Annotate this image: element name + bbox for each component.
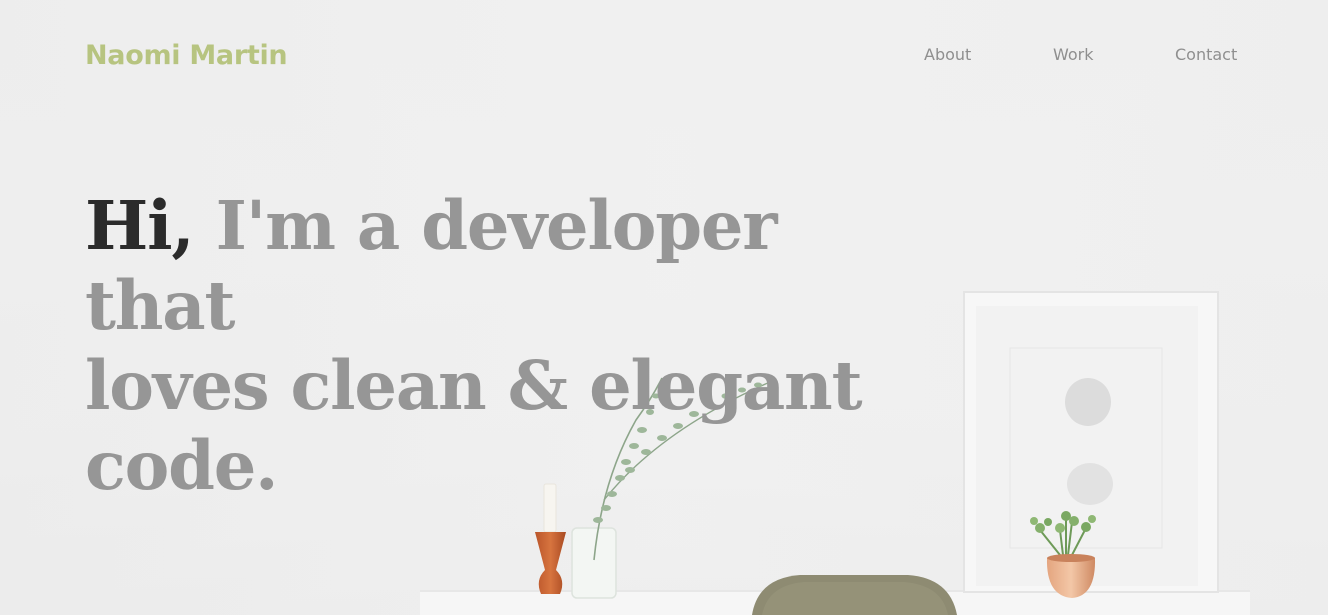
nav-link-work[interactable]: Work [1053, 45, 1094, 64]
chair-image [752, 575, 957, 615]
hero-line-3: code. [85, 426, 278, 505]
hero-headline: Hi, I'm a developer that loves clean & el… [85, 186, 945, 506]
nav-link-contact[interactable]: Contact [1175, 45, 1237, 64]
brand-logo[interactable]: Naomi Martin [85, 40, 288, 71]
hero-greeting: Hi [85, 186, 173, 265]
site-header: Naomi Martin About Work Contact [0, 0, 1328, 120]
nav-link-about[interactable]: About [924, 45, 971, 64]
hero-comma: , [171, 186, 194, 265]
picture-frame-image [963, 291, 1219, 593]
hero-line-2: loves clean & elegant [85, 346, 863, 425]
